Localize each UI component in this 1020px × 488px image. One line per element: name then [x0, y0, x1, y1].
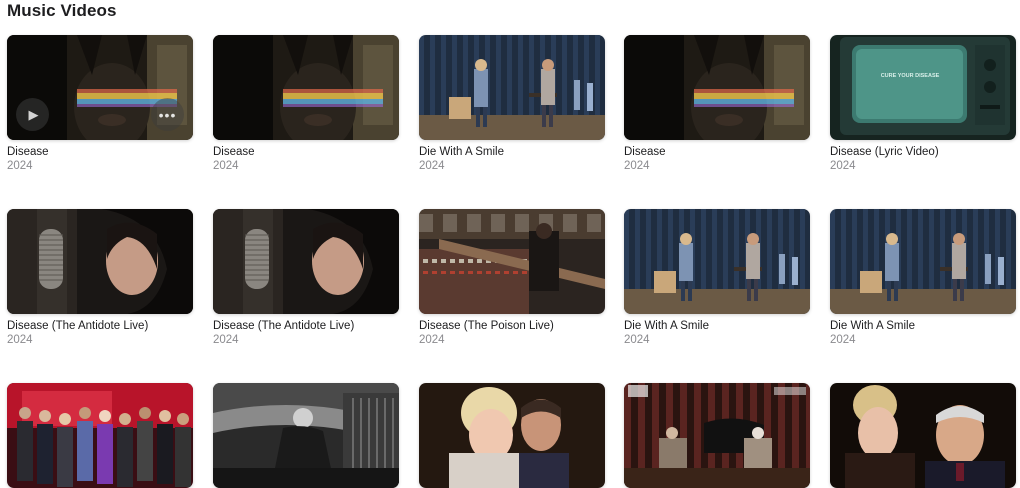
video-card[interactable] — [7, 383, 193, 488]
thumbnail-art — [213, 35, 399, 140]
video-thumbnail[interactable] — [830, 209, 1016, 314]
video-thumbnail[interactable] — [7, 383, 193, 488]
video-thumbnail[interactable] — [213, 35, 399, 140]
video-thumbnail[interactable] — [830, 383, 1016, 488]
ellipsis-icon[interactable]: ••• — [151, 98, 184, 131]
video-card[interactable]: Disease (The Antidote Live) 2024 — [7, 209, 193, 346]
video-thumbnail[interactable] — [624, 35, 810, 140]
video-card[interactable] — [830, 383, 1016, 488]
video-title[interactable]: Disease — [624, 146, 810, 158]
thumbnail-art — [419, 209, 605, 314]
video-year: 2024 — [213, 334, 239, 346]
video-year: 2024 — [419, 334, 445, 346]
video-year: 2024 — [7, 334, 33, 346]
video-title[interactable]: Disease (Lyric Video) — [830, 146, 1016, 158]
thumbnail-art — [624, 383, 810, 488]
video-card[interactable] — [419, 383, 605, 488]
video-thumbnail[interactable]: ▶ ••• — [7, 35, 193, 140]
thumbnail-art — [419, 35, 605, 140]
video-thumbnail[interactable] — [419, 35, 605, 140]
video-title[interactable]: Die With A Smile — [830, 320, 1016, 332]
video-thumbnail[interactable] — [213, 383, 399, 488]
video-year: 2024 — [624, 334, 650, 346]
video-title[interactable]: Disease (The Poison Live) — [419, 320, 605, 332]
thumbnail-art — [213, 209, 399, 314]
video-card[interactable]: Die With A Smile 2024 — [419, 35, 605, 172]
svg-text:CURE YOUR DISEASE: CURE YOUR DISEASE — [881, 73, 940, 79]
video-card[interactable] — [624, 383, 810, 488]
video-title[interactable]: Disease — [7, 146, 193, 158]
video-year: 2024 — [830, 160, 856, 172]
video-card[interactable]: Disease 2024 — [624, 35, 810, 172]
video-card[interactable]: Disease (The Antidote Live) 2024 — [213, 209, 399, 346]
thumbnail-art — [624, 35, 810, 140]
video-year: 2024 — [830, 334, 856, 346]
video-card[interactable]: ▶ ••• Disease 2024 — [7, 35, 193, 172]
thumbnail-art — [830, 209, 1016, 314]
video-year: 2024 — [419, 160, 445, 172]
video-year: 2024 — [7, 160, 33, 172]
video-thumbnail[interactable] — [624, 383, 810, 488]
video-thumbnail[interactable] — [213, 209, 399, 314]
video-thumbnail[interactable] — [7, 209, 193, 314]
video-thumbnail[interactable] — [624, 209, 810, 314]
video-thumbnail[interactable] — [419, 209, 605, 314]
video-title[interactable]: Disease (The Antidote Live) — [213, 320, 399, 332]
thumbnail-art — [830, 383, 1016, 488]
video-title[interactable]: Die With A Smile — [624, 320, 810, 332]
thumbnail-art — [213, 383, 399, 488]
thumbnail-art: CURE YOUR DISEASE — [830, 35, 1016, 140]
music-videos-grid: ▶ ••• Disease 2024 Disease 2024 Die With… — [0, 0, 1020, 488]
thumbnail-art — [624, 209, 810, 314]
video-card[interactable] — [213, 383, 399, 488]
thumbnail-art — [7, 383, 193, 488]
video-title[interactable]: Disease — [213, 146, 399, 158]
play-icon[interactable]: ▶ — [16, 98, 49, 131]
video-year: 2024 — [213, 160, 239, 172]
video-card[interactable]: CURE YOUR DISEASE Disease (Lyric Video) 2… — [830, 35, 1016, 172]
video-card[interactable]: Disease 2024 — [213, 35, 399, 172]
thumbnail-art — [419, 383, 605, 488]
thumbnail-art — [7, 209, 193, 314]
video-card[interactable]: Die With A Smile 2024 — [624, 209, 810, 346]
video-title[interactable]: Die With A Smile — [419, 146, 605, 158]
video-thumbnail[interactable]: CURE YOUR DISEASE — [830, 35, 1016, 140]
video-thumbnail[interactable] — [419, 383, 605, 488]
video-card[interactable]: Disease (The Poison Live) 2024 — [419, 209, 605, 346]
video-title[interactable]: Disease (The Antidote Live) — [7, 320, 193, 332]
video-card[interactable]: Die With A Smile 2024 — [830, 209, 1016, 346]
video-year: 2024 — [624, 160, 650, 172]
